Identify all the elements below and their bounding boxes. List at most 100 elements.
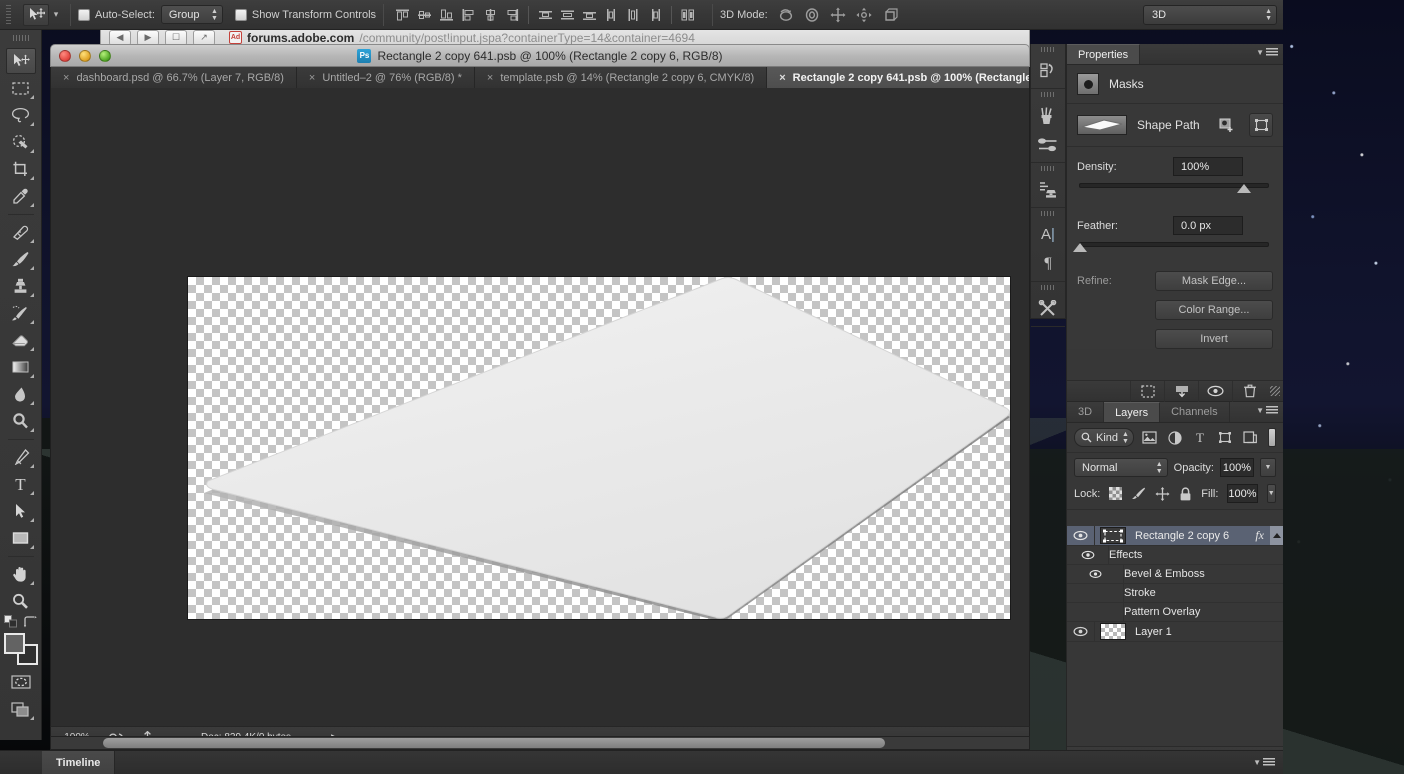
distribute-right-edges-icon[interactable]	[644, 4, 666, 26]
fill-input[interactable]: 100%	[1227, 484, 1258, 503]
feather-slider-knob[interactable]	[1073, 243, 1087, 252]
document-titlebar[interactable]: Ps Rectangle 2 copy 641.psb @ 100% (Rect…	[50, 44, 1030, 67]
shape-path-thumbnail[interactable]	[1077, 115, 1127, 135]
tool-presets-icon[interactable]	[1031, 294, 1065, 323]
close-tab-icon[interactable]: ×	[779, 72, 785, 84]
close-tab-icon[interactable]: ×	[487, 72, 493, 84]
mask-edge-button[interactable]: Mask Edge...	[1155, 271, 1273, 291]
history-icon[interactable]	[1031, 56, 1065, 85]
add-pixel-mask-icon[interactable]	[1215, 113, 1239, 137]
layer-name[interactable]: Layer 1	[1135, 626, 1283, 638]
sidebar-tool-hand[interactable]	[6, 561, 36, 587]
sidebar-tool-lasso[interactable]	[6, 102, 36, 128]
sidebar-tool-pen[interactable]	[6, 444, 36, 470]
align-vertical-centers-icon[interactable]	[413, 4, 435, 26]
pan-3d-object-icon[interactable]	[826, 4, 850, 26]
layer-visibility-toggle[interactable]	[1067, 526, 1095, 545]
sidebar-tool-blur[interactable]	[6, 381, 36, 407]
screen-mode-icon[interactable]	[6, 696, 36, 722]
collapse-effects-toggle[interactable]	[1270, 526, 1283, 545]
opacity-chevron-icon[interactable]: ▼	[1260, 458, 1276, 477]
sidebar-tool-path-selection[interactable]	[6, 498, 36, 524]
density-slider[interactable]	[1067, 178, 1283, 198]
roll-3d-object-icon[interactable]	[800, 4, 824, 26]
options-bar-grip[interactable]	[3, 3, 15, 26]
timeline-panel-menu-button[interactable]: ▼	[1253, 751, 1283, 774]
density-slider-knob[interactable]	[1237, 184, 1251, 193]
show-transform-group[interactable]: Show Transform Controls	[234, 8, 376, 21]
lock-all-icon[interactable]	[1179, 486, 1192, 501]
default-colors-icon[interactable]	[4, 615, 18, 628]
layer-visibility-toggle[interactable]	[1067, 622, 1095, 641]
tab-channels[interactable]: Channels	[1160, 402, 1230, 422]
lock-transparent-pixels-icon[interactable]	[1109, 487, 1123, 500]
workspace-select[interactable]: 3D ▲ ▼	[1143, 5, 1277, 25]
sidebar-tool-dodge[interactable]	[6, 408, 36, 434]
filter-adjustment-layers-icon[interactable]	[1165, 428, 1184, 447]
feather-input[interactable]: 0.0 px	[1173, 216, 1243, 235]
sidebar-tool-spot-healing-brush[interactable]	[6, 219, 36, 245]
sidebar-tool-horizontal-type[interactable]: T	[6, 471, 36, 497]
tab-properties[interactable]: Properties	[1067, 44, 1141, 64]
layer-thumbnail-vector-mask[interactable]	[1100, 527, 1126, 544]
effect-visibility-toggle[interactable]	[1067, 584, 1124, 602]
sidebar-tool-brush[interactable]	[6, 246, 36, 272]
document-tab-2[interactable]: × template.psb @ 14% (Rectangle 2 copy 6…	[474, 67, 768, 88]
adjustments-icon[interactable]	[1031, 175, 1065, 204]
add-vector-mask-icon[interactable]	[1249, 113, 1273, 137]
slide-3d-object-icon[interactable]	[852, 4, 876, 26]
brush-settings-icon[interactable]	[1031, 130, 1065, 159]
filter-pixel-layers-icon[interactable]	[1140, 428, 1159, 447]
opacity-input[interactable]: 100%	[1220, 458, 1254, 477]
tab-3d[interactable]: 3D	[1067, 402, 1105, 422]
sidebar-tool-rectangle[interactable]	[6, 525, 36, 551]
close-tab-icon[interactable]: ×	[309, 72, 315, 84]
pixel-mask-icon[interactable]	[1077, 73, 1099, 95]
sidebar-tool-quick-selection[interactable]	[6, 129, 36, 155]
layer-style-fx-icon[interactable]: fx	[1255, 528, 1270, 543]
blend-mode-select[interactable]: Normal ▲ ▼	[1074, 458, 1168, 477]
invert-button[interactable]: Invert	[1155, 329, 1273, 349]
layer-list[interactable]: Rectangle 2 copy 6 fx Effects Bevel & Em…	[1067, 526, 1283, 745]
sidebar-tool-history-brush[interactable]	[6, 300, 36, 326]
list-item[interactable]: Bevel & Emboss	[1067, 565, 1283, 584]
apply-mask-icon[interactable]	[1164, 380, 1198, 402]
table-row[interactable]: Layer 1	[1067, 622, 1283, 642]
delete-mask-icon[interactable]	[1232, 380, 1266, 402]
swap-colors-icon[interactable]	[24, 615, 37, 628]
distribute-bottom-edges-icon[interactable]	[578, 4, 600, 26]
density-input[interactable]: 100%	[1173, 157, 1243, 176]
color-range-button[interactable]: Color Range...	[1155, 300, 1273, 320]
align-right-edges-icon[interactable]	[501, 4, 523, 26]
scale-3d-object-icon[interactable]	[878, 4, 902, 26]
distribute-horizontal-centers-icon[interactable]	[622, 4, 644, 26]
show-transform-checkbox[interactable]	[234, 8, 247, 21]
panel-resize-grip[interactable]	[1270, 386, 1280, 396]
close-window-button[interactable]	[59, 49, 71, 62]
effect-visibility-toggle[interactable]	[1067, 603, 1124, 621]
auto-align-layers-icon[interactable]	[677, 4, 699, 26]
auto-select-scope-select[interactable]: Group ▲ ▼	[160, 5, 223, 24]
document-tab-1[interactable]: × Untitled–2 @ 76% (RGB/8) *	[296, 67, 475, 88]
rail-grip[interactable]	[1040, 166, 1056, 173]
sidebar-tool-rectangular-marquee[interactable]	[6, 75, 36, 101]
effects-visibility-toggle[interactable]	[1067, 546, 1109, 564]
sidebar-tool-clone-stamp[interactable]	[6, 273, 36, 299]
canvas-area[interactable]	[50, 88, 1030, 726]
table-row[interactable]: Rectangle 2 copy 6 fx	[1067, 526, 1283, 546]
toggle-mask-visibility-icon[interactable]	[1198, 380, 1232, 402]
filter-smart-objects-icon[interactable]	[1241, 428, 1260, 447]
sidebar-tool-gradient[interactable]	[6, 354, 36, 380]
load-selection-from-mask-icon[interactable]	[1130, 380, 1164, 402]
color-swatches[interactable]	[3, 633, 38, 665]
tools-panel-grip[interactable]	[12, 34, 29, 43]
list-item[interactable]: Effects	[1067, 546, 1283, 565]
properties-panel-menu-button[interactable]: ▼	[1256, 48, 1278, 57]
tab-timeline[interactable]: Timeline	[42, 751, 116, 774]
rail-grip[interactable]	[1040, 285, 1056, 292]
layers-panel-menu-button[interactable]: ▼	[1256, 406, 1278, 415]
rotate-3d-object-icon[interactable]	[774, 4, 798, 26]
sidebar-tool-move[interactable]	[5, 48, 36, 74]
auto-select-checkbox[interactable]	[78, 8, 90, 21]
lock-position-icon[interactable]	[1155, 486, 1170, 501]
